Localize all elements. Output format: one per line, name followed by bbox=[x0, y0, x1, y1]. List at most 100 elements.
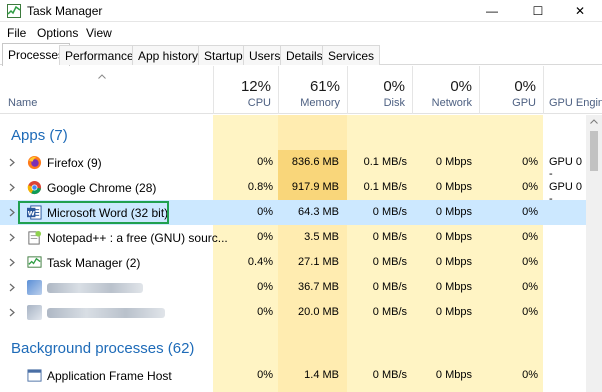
column-network[interactable]: 0% Network bbox=[412, 66, 479, 114]
cpu-value: 0% bbox=[257, 156, 273, 168]
gpu-value: 0% bbox=[522, 206, 538, 218]
disk-value: 0 MB/s bbox=[372, 206, 407, 218]
network-value: 0 Mbps bbox=[435, 281, 472, 293]
memory-value: 27.1 MB bbox=[298, 256, 339, 268]
disk-value: 0.1 MB/s bbox=[363, 156, 407, 168]
tab-strip: Processes Performance App history Startu… bbox=[0, 43, 602, 66]
chevron-right-icon[interactable] bbox=[9, 208, 15, 217]
network-value: 0 Mbps bbox=[435, 369, 472, 381]
task-manager-icon bbox=[27, 256, 42, 268]
chevron-right-icon[interactable] bbox=[9, 258, 15, 267]
column-gpu[interactable]: 0% GPU bbox=[479, 66, 543, 114]
group-header-apps[interactable]: Apps (7) bbox=[0, 115, 586, 144]
disk-value: 0 MB/s bbox=[372, 306, 407, 318]
chevron-right-icon[interactable] bbox=[9, 158, 15, 167]
gpu-value: 0% bbox=[522, 256, 538, 268]
gpu-value: 0% bbox=[522, 306, 538, 318]
gpu-value: 0% bbox=[522, 231, 538, 243]
network-value: 0 Mbps bbox=[435, 156, 472, 168]
group-header-background[interactable]: Background processes (62) bbox=[0, 333, 586, 363]
network-value: 0 Mbps bbox=[435, 181, 472, 193]
gpu-value: 0% bbox=[522, 369, 538, 381]
memory-value: 3.5 MB bbox=[304, 231, 339, 243]
minimize-button[interactable]: — bbox=[470, 0, 514, 22]
tab-startup[interactable]: Startup bbox=[198, 45, 249, 65]
gpu-value: 0% bbox=[522, 156, 538, 168]
chrome-icon bbox=[27, 180, 42, 195]
task-manager-icon bbox=[7, 4, 21, 18]
network-value: 0 Mbps bbox=[435, 206, 472, 218]
memory-value: 836.6 MB bbox=[291, 156, 339, 168]
menu-bar: File Options View bbox=[0, 23, 602, 43]
process-name: Notepad++ : a free (GNU) sourc... bbox=[47, 231, 228, 245]
close-button[interactable]: ✕ bbox=[558, 0, 602, 22]
network-total: 0% bbox=[450, 78, 472, 95]
process-row-blurred[interactable]: 0% 36.7 MB 0 MB/s 0 Mbps 0% bbox=[0, 275, 586, 300]
memory-value: 36.7 MB bbox=[298, 281, 339, 293]
chevron-right-icon[interactable] bbox=[9, 233, 15, 242]
blurred-app-icon bbox=[27, 305, 42, 320]
chevron-right-icon[interactable] bbox=[9, 183, 15, 192]
cpu-value: 0% bbox=[257, 306, 273, 318]
blurred-app-icon bbox=[27, 280, 42, 295]
firefox-icon bbox=[27, 155, 42, 170]
cpu-total: 12% bbox=[240, 78, 271, 95]
disk-value: 0.1 MB/s bbox=[363, 181, 407, 193]
application-frame-host-icon bbox=[27, 369, 42, 382]
process-row-firefox[interactable]: Firefox (9) 0% 836.6 MB 0.1 MB/s 0 Mbps … bbox=[0, 150, 586, 180]
network-value: 0 Mbps bbox=[435, 256, 472, 268]
highlight-box bbox=[18, 201, 169, 224]
column-name[interactable]: Name bbox=[8, 97, 37, 109]
disk-value: 0 MB/s bbox=[372, 281, 407, 293]
process-row-task-manager[interactable]: Task Manager (2) 0.4% 27.1 MB 0 MB/s 0 M… bbox=[0, 250, 586, 275]
tab-performance[interactable]: Performance bbox=[59, 45, 140, 65]
column-memory[interactable]: 61% Memory bbox=[278, 66, 347, 114]
memory-value: 917.9 MB bbox=[291, 181, 339, 193]
disk-value: 0 MB/s bbox=[372, 231, 407, 243]
scrollbar-thumb[interactable] bbox=[590, 131, 598, 171]
memory-value: 64.3 MB bbox=[298, 206, 339, 218]
background-group-title: Background processes (62) bbox=[11, 340, 195, 357]
chevron-right-icon[interactable] bbox=[9, 283, 15, 292]
process-name: Application Frame Host bbox=[47, 369, 172, 383]
blurred-process-name bbox=[47, 283, 143, 293]
window-title: Task Manager bbox=[27, 4, 103, 18]
blurred-process-name bbox=[47, 308, 165, 318]
process-list: Apps (7) Firefox (9) 0% 836.6 MB 0.1 MB/… bbox=[0, 115, 586, 392]
column-gpu-engine[interactable]: GPU Engine bbox=[543, 66, 602, 114]
menu-view[interactable]: View bbox=[86, 26, 112, 40]
sort-ascending-icon[interactable] bbox=[98, 74, 106, 79]
menu-options[interactable]: Options bbox=[37, 26, 78, 40]
memory-value: 20.0 MB bbox=[298, 306, 339, 318]
tab-services[interactable]: Services bbox=[322, 45, 381, 65]
cpu-value: 0% bbox=[257, 231, 273, 243]
memory-total: 61% bbox=[309, 78, 340, 95]
network-label: Network bbox=[431, 97, 472, 109]
menu-file[interactable]: File bbox=[7, 26, 26, 40]
network-value: 0 Mbps bbox=[435, 306, 472, 318]
disk-value: 0 MB/s bbox=[372, 256, 407, 268]
process-row-notepad-plus-plus[interactable]: Notepad++ : a free (GNU) sourc... 0% 3.5… bbox=[0, 225, 586, 250]
maximize-button[interactable]: ☐ bbox=[516, 0, 560, 22]
memory-value: 1.4 MB bbox=[304, 369, 339, 381]
cpu-value: 0% bbox=[257, 206, 273, 218]
apps-group-title: Apps (7) bbox=[11, 127, 68, 144]
gpu-value: 0% bbox=[522, 281, 538, 293]
disk-total: 0% bbox=[383, 78, 405, 95]
process-name: Firefox (9) bbox=[47, 156, 102, 170]
column-header: Name 12% CPU 61% Memory 0% Disk 0% Netwo… bbox=[0, 66, 602, 114]
tab-app-history[interactable]: App history bbox=[132, 45, 205, 65]
cpu-label: CPU bbox=[247, 97, 271, 109]
column-cpu[interactable]: 12% CPU bbox=[213, 66, 278, 114]
vertical-scrollbar[interactable] bbox=[586, 115, 602, 392]
scroll-up-icon[interactable] bbox=[590, 119, 598, 124]
process-row-chrome[interactable]: Google Chrome (28) 0.8% 917.9 MB 0.1 MB/… bbox=[0, 175, 586, 205]
process-name: Google Chrome (28) bbox=[47, 181, 157, 195]
cpu-value: 0% bbox=[257, 369, 273, 381]
column-disk[interactable]: 0% Disk bbox=[347, 66, 412, 114]
gpu-engine-label: GPU Engine bbox=[549, 97, 602, 109]
process-row-application-frame-host[interactable]: Application Frame Host 0% 1.4 MB 0 MB/s … bbox=[0, 363, 586, 388]
chevron-right-icon[interactable] bbox=[9, 308, 15, 317]
process-row-blurred[interactable]: 0% 20.0 MB 0 MB/s 0 Mbps 0% bbox=[0, 300, 586, 325]
disk-value: 0 MB/s bbox=[372, 369, 407, 381]
